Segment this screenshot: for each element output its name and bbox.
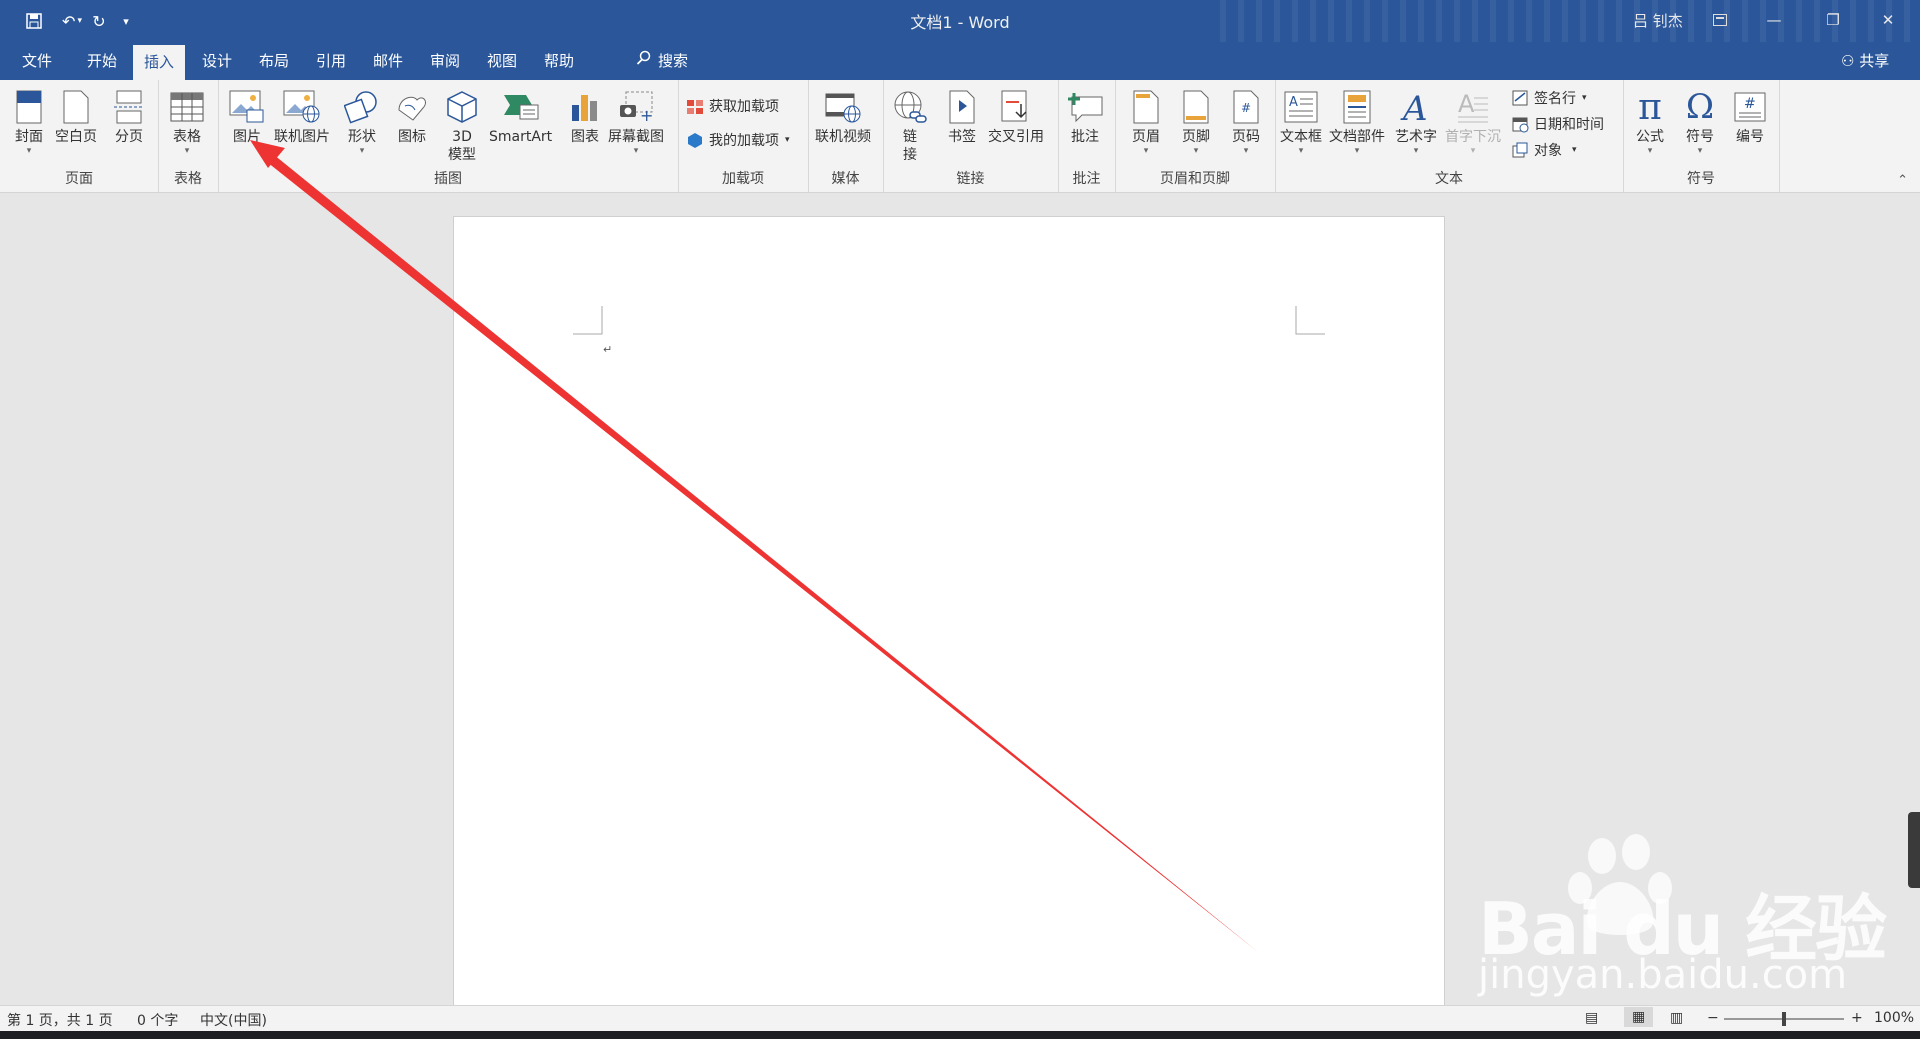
zoom-out-icon[interactable]: − — [1707, 1010, 1719, 1026]
zoom-slider[interactable] — [1724, 1012, 1844, 1026]
os-taskbar — [0, 1031, 1920, 1039]
page-count-status[interactable]: 第 1 页，共 1 页 — [7, 1010, 113, 1030]
web-layout-icon[interactable]: ▥ — [1670, 1010, 1683, 1026]
word-count-status[interactable]: 0 个字 — [137, 1010, 178, 1030]
zoom-in-icon[interactable]: + — [1851, 1010, 1863, 1026]
language-status[interactable]: 中文(中国) — [200, 1010, 267, 1030]
zoom-level[interactable]: 100% — [1874, 1010, 1914, 1026]
watermark-url: jingyan.baidu.com — [1478, 952, 1848, 998]
zoom-slider-thumb[interactable] — [1782, 1012, 1786, 1026]
read-mode-icon[interactable]: ▤ — [1585, 1010, 1598, 1026]
print-layout-icon[interactable]: ▦ — [1624, 1007, 1654, 1027]
edge-widget[interactable] — [1908, 812, 1920, 888]
